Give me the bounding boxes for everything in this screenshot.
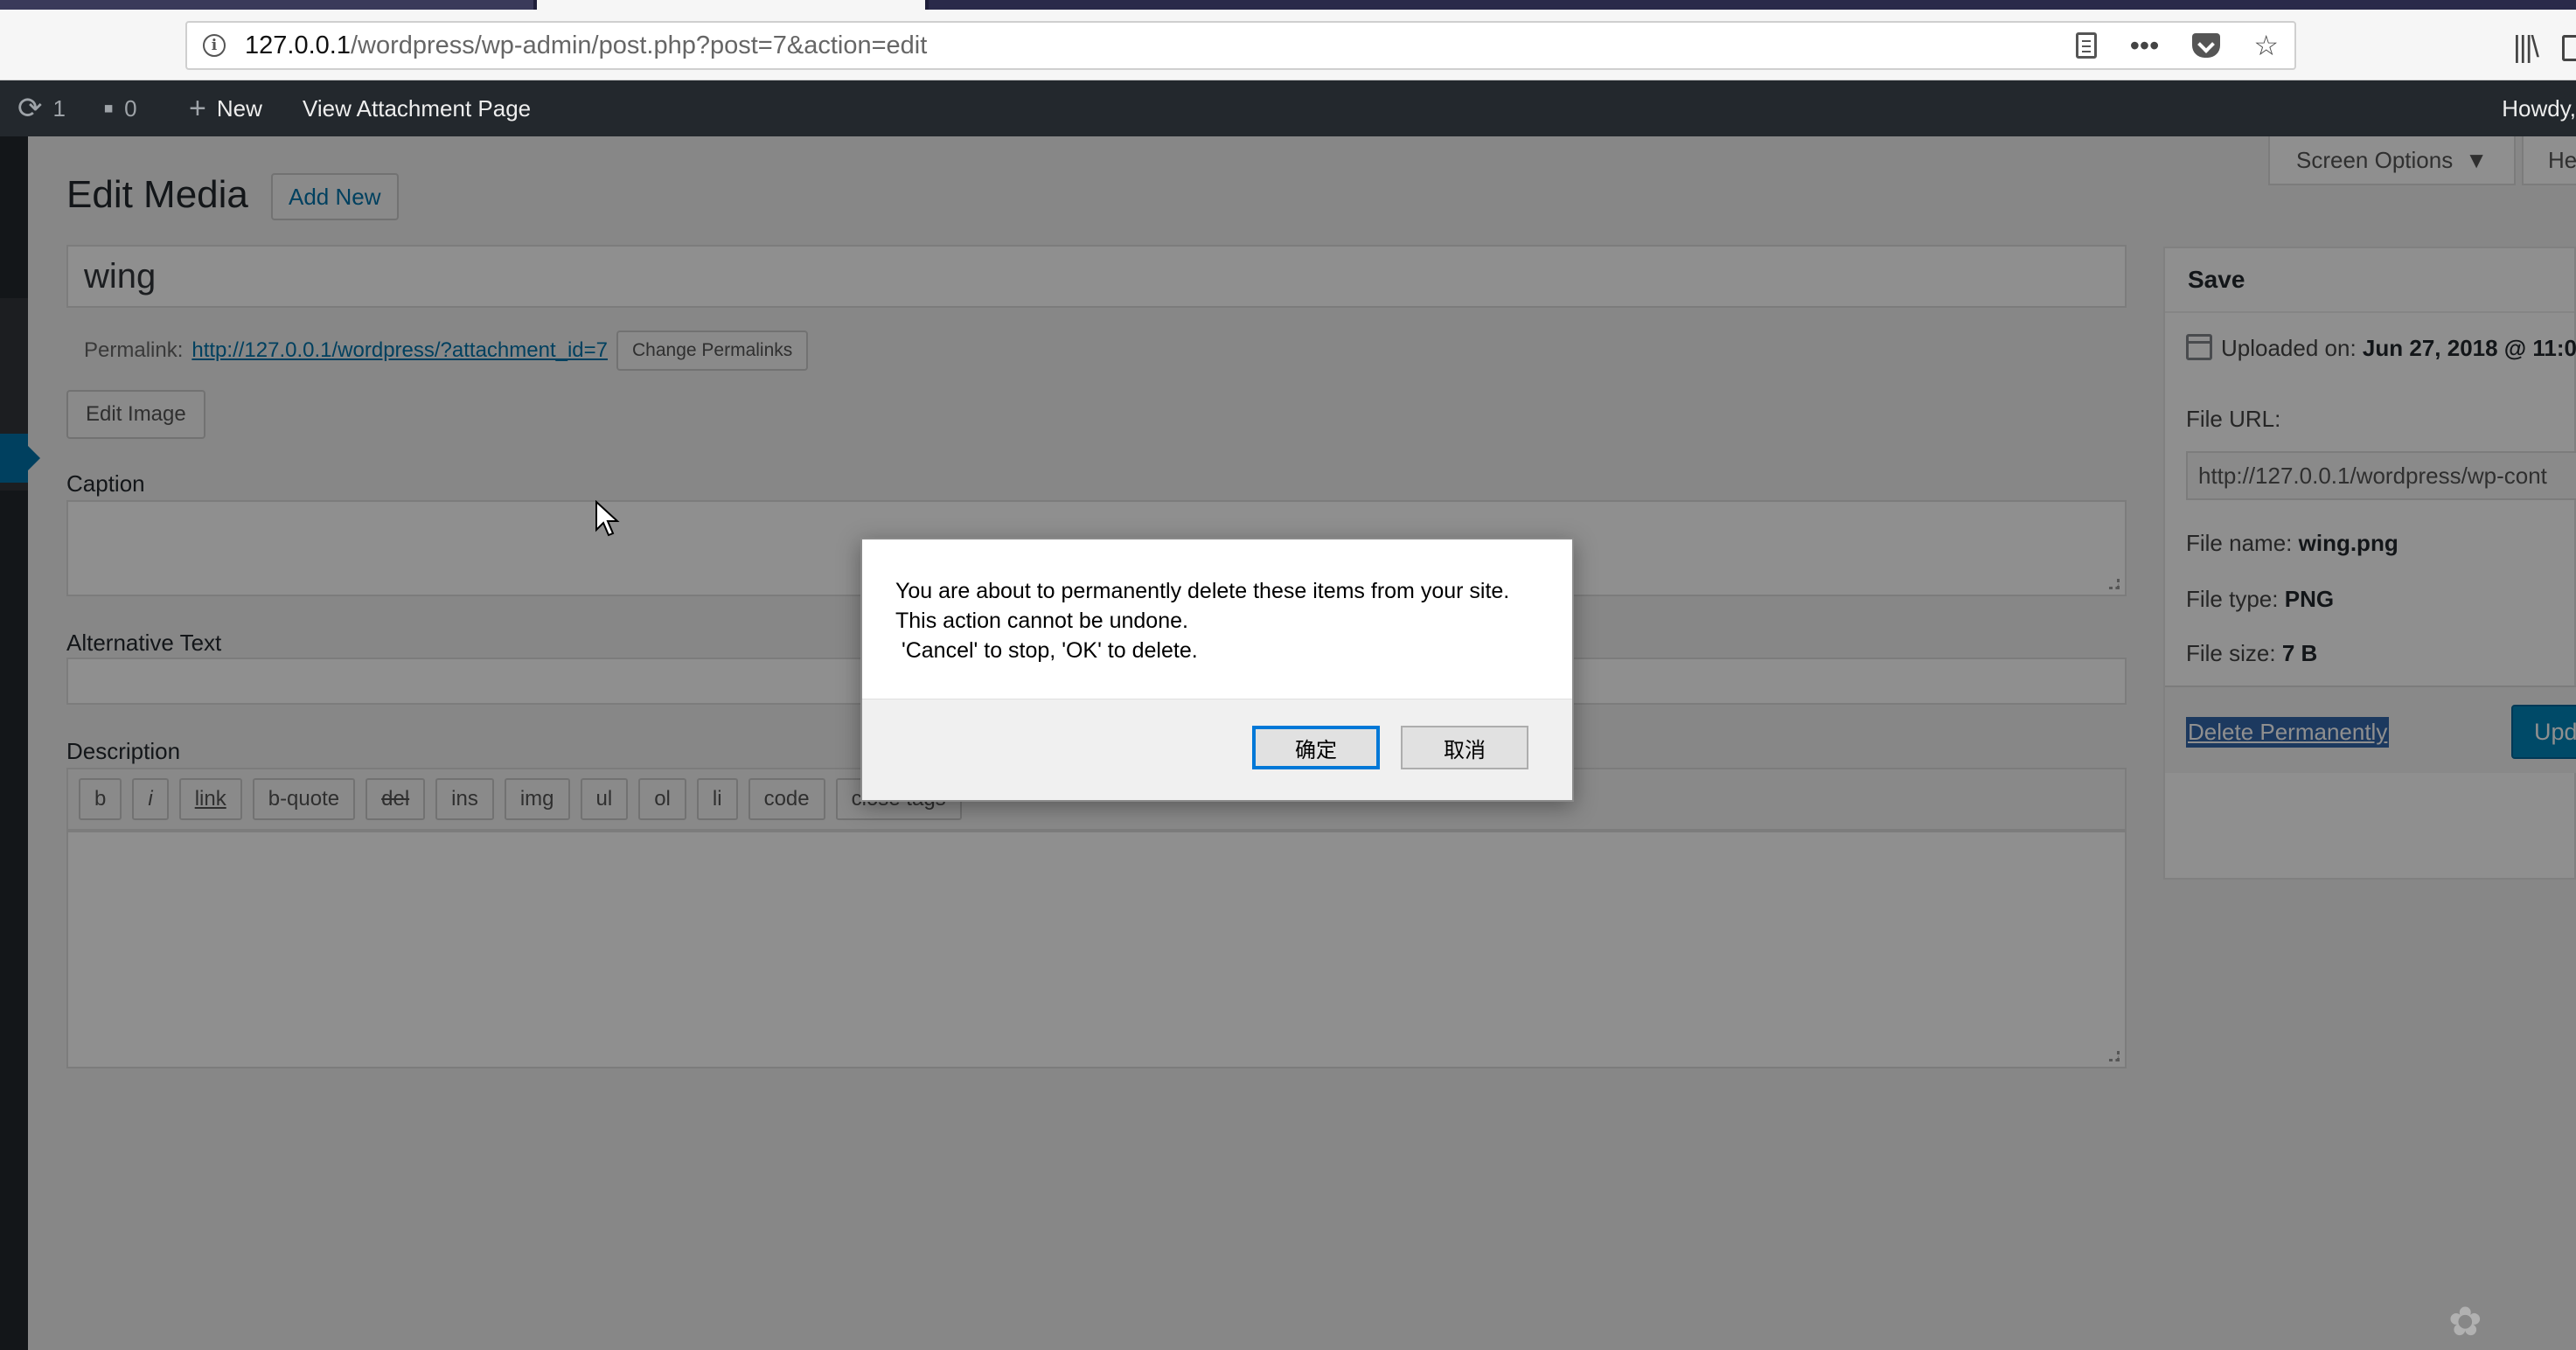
url-host: 127.0.0.1: [245, 31, 351, 59]
plus-icon: +: [189, 91, 206, 125]
browser-right-tools: |||\: [2513, 31, 2576, 65]
browser-tab[interactable]: [0, 0, 533, 10]
admin-bar-account[interactable]: Howdy,: [2502, 80, 2576, 136]
updates-count: 1: [52, 94, 66, 122]
url-path: /wordpress/wp-admin/post.php?post=7&acti…: [350, 31, 928, 59]
wp-admin-bar: ⟳ 1 ▪ 0 + New View Attachment Page Howdy…: [0, 80, 2576, 136]
browser-tab-active[interactable]: [537, 0, 925, 10]
confirm-dialog: You are about to permanently delete thes…: [860, 538, 1574, 802]
admin-bar-view-attachment[interactable]: View Attachment Page: [303, 80, 531, 136]
cancel-button[interactable]: 取消: [1401, 726, 1528, 769]
browser-toolbar: i 127.0.0.1/wordpress/wp-admin/post.php?…: [0, 10, 2576, 80]
dialog-message: You are about to permanently delete thes…: [862, 539, 1572, 699]
browser-tab-strip: [0, 0, 2576, 10]
admin-bar-new[interactable]: + New: [189, 80, 262, 136]
sidebar-toggle-icon[interactable]: [2562, 34, 2576, 61]
reader-view-icon[interactable]: [2075, 32, 2097, 59]
site-info-icon[interactable]: i: [203, 34, 226, 57]
watermark-icon: ✿: [2448, 1298, 2482, 1344]
url-actions: ••• ☆: [2075, 23, 2279, 68]
browser-tab[interactable]: [929, 0, 2576, 10]
admin-bar-comments[interactable]: ▪ 0: [103, 80, 137, 136]
ok-button[interactable]: 确定: [1252, 726, 1380, 769]
comments-count: 0: [124, 94, 137, 122]
howdy-label: Howdy,: [2502, 94, 2576, 122]
library-icon[interactable]: |||\: [2513, 31, 2539, 65]
pocket-icon[interactable]: [2192, 33, 2221, 58]
page-actions-menu-icon[interactable]: •••: [2130, 31, 2160, 59]
view-attachment-label: View Attachment Page: [303, 94, 532, 122]
updates-icon: ⟳: [17, 92, 43, 125]
url-text[interactable]: 127.0.0.1/wordpress/wp-admin/post.php?po…: [245, 31, 927, 60]
admin-bar-updates[interactable]: ⟳ 1: [17, 80, 66, 136]
mouse-cursor-icon: [595, 500, 620, 537]
url-bar[interactable]: i 127.0.0.1/wordpress/wp-admin/post.php?…: [185, 21, 2296, 70]
bookmark-star-icon[interactable]: ☆: [2253, 31, 2279, 59]
new-label: New: [216, 94, 262, 122]
comment-icon: ▪: [103, 91, 115, 125]
dialog-footer: 确定 取消: [862, 699, 1572, 800]
